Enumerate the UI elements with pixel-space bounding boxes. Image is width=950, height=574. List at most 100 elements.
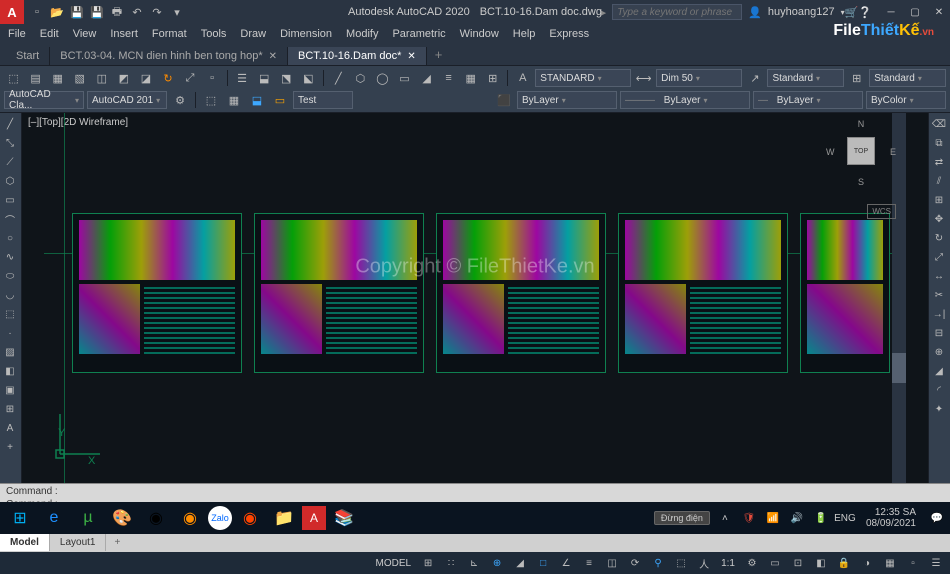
- offset-tool-icon[interactable]: ⫽: [929, 172, 949, 190]
- layout-tab-model[interactable]: Model: [0, 534, 50, 551]
- std-combo-2[interactable]: Standard▾: [869, 69, 946, 87]
- lockui-icon[interactable]: 🔒: [834, 554, 854, 572]
- autoscale-icon[interactable]: 人: [694, 554, 714, 572]
- taskbar-explorer-icon[interactable]: 📁: [268, 504, 300, 532]
- addselect-tool-icon[interactable]: +: [0, 438, 20, 456]
- move-icon[interactable]: ⤢: [181, 69, 200, 87]
- tray-notifications-icon[interactable]: 💬: [928, 513, 946, 524]
- tool-icon[interactable]: ⬡: [351, 69, 370, 87]
- erase-tool-icon[interactable]: ⌫: [929, 115, 949, 133]
- drawing-sheet[interactable]: [436, 213, 606, 373]
- taskbar-zalo-icon[interactable]: Zalo: [208, 506, 232, 530]
- menu-modify[interactable]: Modify: [346, 28, 378, 40]
- point-tool-icon[interactable]: ·: [0, 324, 20, 342]
- tool-icon[interactable]: ◢: [417, 69, 436, 87]
- snap-icon[interactable]: ∷: [441, 554, 461, 572]
- gradient-tool-icon[interactable]: ◧: [0, 362, 20, 380]
- fillet-tool-icon[interactable]: ◜: [929, 381, 949, 399]
- copy-tool-icon[interactable]: ⧉: [929, 134, 949, 152]
- taskbar-paint-icon[interactable]: 🎨: [106, 504, 138, 532]
- menu-draw[interactable]: Draw: [240, 28, 266, 40]
- circle-tool-icon[interactable]: ○: [0, 229, 20, 247]
- doc-tab-active[interactable]: BCT.10-16.Dam doc* ✕: [288, 47, 427, 65]
- units-icon[interactable]: ⊡: [788, 554, 808, 572]
- test-combo[interactable]: Test: [293, 91, 353, 109]
- layer-icon[interactable]: ▤: [26, 69, 45, 87]
- tool-icon[interactable]: ⬓: [255, 69, 274, 87]
- extend-tool-icon[interactable]: →|: [929, 305, 949, 323]
- ellipse-tool-icon[interactable]: ⬭: [0, 267, 20, 285]
- line-tool-icon[interactable]: ╱: [0, 115, 20, 133]
- menu-parametric[interactable]: Parametric: [392, 28, 445, 40]
- tool-icon[interactable]: ▭: [395, 69, 414, 87]
- dim-icon[interactable]: ⟷: [634, 69, 653, 87]
- drawing-canvas[interactable]: [–][Top][2D Wireframe] N S E W TOP WCS: [22, 113, 928, 483]
- workspace-combo-2[interactable]: AutoCAD 201▾: [87, 91, 167, 109]
- view-cube[interactable]: N S E W TOP WCS: [826, 119, 896, 219]
- workspace-combo-1[interactable]: AutoCAD Cla...▾: [4, 91, 84, 109]
- tool-icon[interactable]: ▦: [48, 69, 67, 87]
- tool-icon[interactable]: ▫: [203, 69, 222, 87]
- stretch-tool-icon[interactable]: ↔: [929, 267, 949, 285]
- taskbar-autocad-icon[interactable]: A: [302, 506, 326, 530]
- trim-tool-icon[interactable]: ✂: [929, 286, 949, 304]
- tool-icon[interactable]: ▦: [224, 91, 244, 109]
- view-label[interactable]: [–][Top][2D Wireframe]: [28, 117, 128, 128]
- new-tab-button[interactable]: +: [427, 44, 451, 65]
- tool-icon[interactable]: ▦: [461, 69, 480, 87]
- tray-volume-icon[interactable]: 🔊: [788, 513, 806, 524]
- table-tool-icon[interactable]: ⊞: [0, 400, 20, 418]
- ellipsearc-tool-icon[interactable]: ◡: [0, 286, 20, 304]
- battery-status[interactable]: Đừng điện: [654, 511, 710, 525]
- line-icon[interactable]: ╱: [329, 69, 348, 87]
- clean-icon[interactable]: ▫: [903, 554, 923, 572]
- tool-icon[interactable]: ⬔: [277, 69, 296, 87]
- qat-dropdown-icon[interactable]: ▾: [168, 3, 186, 21]
- doc-tab-start[interactable]: Start: [6, 47, 50, 65]
- menu-edit[interactable]: Edit: [40, 28, 59, 40]
- break-tool-icon[interactable]: ⊟: [929, 324, 949, 342]
- menu-window[interactable]: Window: [460, 28, 499, 40]
- viewcube-south[interactable]: S: [858, 177, 864, 187]
- drawing-sheet[interactable]: [72, 213, 242, 373]
- region-tool-icon[interactable]: ▣: [0, 381, 20, 399]
- wcs-label[interactable]: WCS: [867, 204, 896, 219]
- scale-tool-icon[interactable]: ⤢: [929, 248, 949, 266]
- polar-icon[interactable]: ⊕: [487, 554, 507, 572]
- hardware-icon[interactable]: ▦: [880, 554, 900, 572]
- drawing-sheet[interactable]: [800, 213, 890, 373]
- layer-color-combo[interactable]: ByLayer▾: [517, 91, 617, 109]
- mtext-tool-icon[interactable]: A: [0, 419, 20, 437]
- status-model[interactable]: MODEL: [372, 558, 416, 569]
- rotate-tool-icon[interactable]: ↻: [929, 229, 949, 247]
- menu-express[interactable]: Express: [549, 28, 589, 40]
- dim-style-combo[interactable]: Dim 50▾: [656, 69, 742, 87]
- lineweight-combo[interactable]: — ByLayer▾: [753, 91, 863, 109]
- transparency-icon[interactable]: ◫: [602, 554, 622, 572]
- menu-tools[interactable]: Tools: [201, 28, 227, 40]
- viewcube-top[interactable]: TOP: [847, 137, 875, 165]
- layout-tab-layout1[interactable]: Layout1: [50, 534, 107, 551]
- start-button[interactable]: ⊞: [4, 504, 36, 532]
- help-search-input[interactable]: [612, 4, 742, 20]
- qat-save-icon[interactable]: 💾: [68, 3, 86, 21]
- tray-language[interactable]: ENG: [836, 513, 854, 524]
- color-icon[interactable]: ⬛: [494, 91, 514, 109]
- qat-saveas-icon[interactable]: 💾: [88, 3, 106, 21]
- hatch-tool-icon[interactable]: ▨: [0, 343, 20, 361]
- qat-undo-icon[interactable]: ↶: [128, 3, 146, 21]
- osnap-icon[interactable]: □: [533, 554, 553, 572]
- menu-insert[interactable]: Insert: [110, 28, 138, 40]
- close-button[interactable]: ✕: [928, 3, 950, 21]
- qat-redo-icon[interactable]: ↷: [148, 3, 166, 21]
- app-logo[interactable]: A: [0, 0, 24, 24]
- tray-shield-icon[interactable]: 🛡: [740, 513, 758, 524]
- cycling-icon[interactable]: ⟳: [625, 554, 645, 572]
- tool-icon[interactable]: ⬚: [201, 91, 221, 109]
- drawing-sheet[interactable]: [618, 213, 788, 373]
- taskbar-ie-icon[interactable]: e: [38, 504, 70, 532]
- xline-tool-icon[interactable]: ⤡: [0, 134, 20, 152]
- tray-chevron-icon[interactable]: ˄: [716, 513, 734, 524]
- move-tool-icon[interactable]: ✥: [929, 210, 949, 228]
- polygon-tool-icon[interactable]: ⬡: [0, 172, 20, 190]
